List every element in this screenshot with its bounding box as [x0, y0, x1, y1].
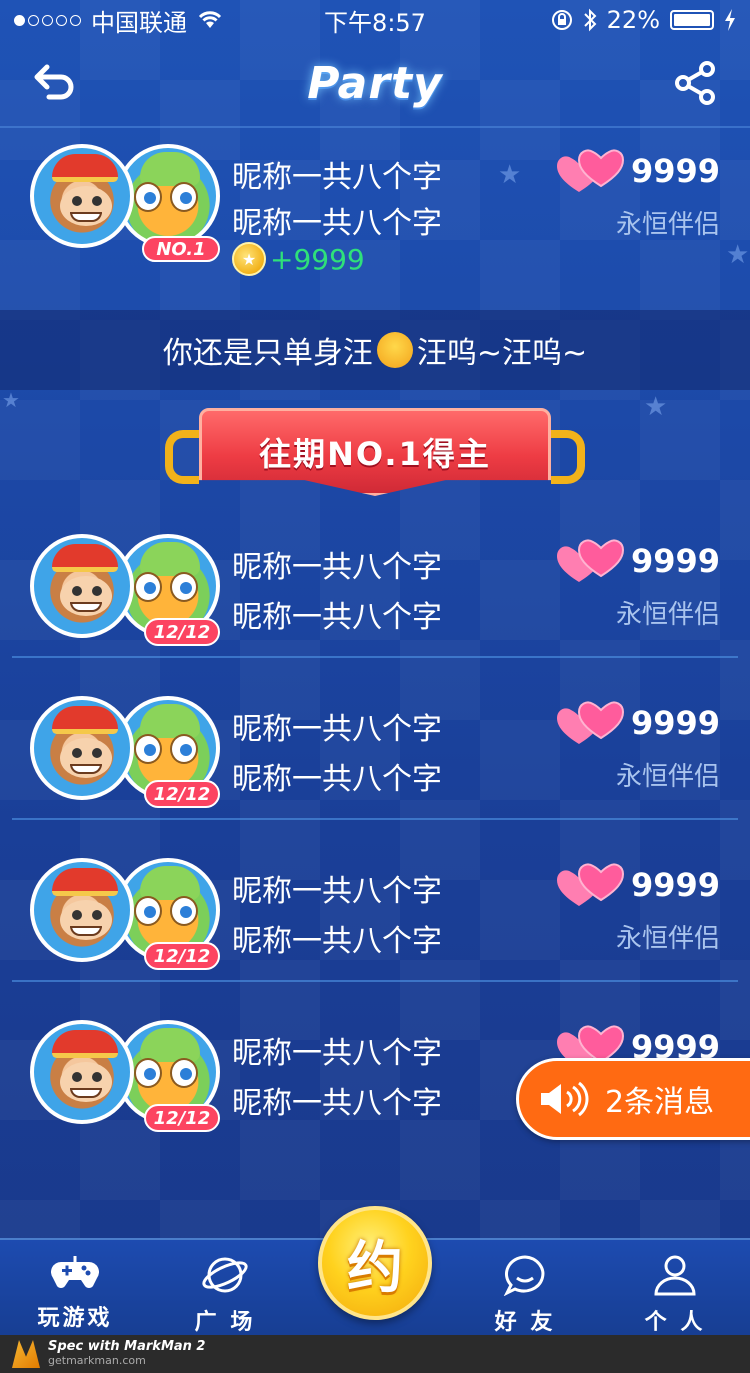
bluetooth-icon: [583, 8, 597, 32]
ribbon-title: 往期NO.1得主: [199, 408, 551, 496]
row-divider: [12, 980, 738, 982]
nickname-primary: 昵称一共八个字: [232, 1036, 442, 1071]
couple-avatars: NO.1: [30, 144, 230, 262]
star-icon: ★: [644, 392, 668, 422]
crying-face-icon: [376, 332, 413, 368]
score-value: 9999: [630, 542, 720, 580]
row-divider: [12, 656, 738, 658]
planet-icon: [202, 1257, 248, 1293]
avatar: [30, 144, 134, 248]
score-value: 9999: [630, 866, 720, 904]
share-icon: [674, 61, 715, 105]
markman-logo-icon: [12, 1340, 40, 1368]
tab-profile-label: 个 人: [644, 1310, 706, 1335]
tip-text-after: 汪呜~汪呜~: [416, 336, 588, 371]
relation-label: 永恒伴侣: [615, 600, 720, 630]
couple-avatars: 12/12: [30, 1020, 230, 1132]
love-score: 9999: [556, 536, 720, 586]
message-notification-button[interactable]: 2条消息: [516, 1058, 750, 1140]
avatar: [30, 696, 134, 800]
battery-percent: 22%: [606, 6, 660, 34]
tab-bar: 玩游戏 广 场 约 好 友 个 人: [0, 1206, 750, 1336]
match-count-badge: 12/12: [144, 780, 220, 808]
tab-date-button[interactable]: 约: [318, 1206, 432, 1320]
tab-games[interactable]: 玩游戏: [15, 1254, 135, 1332]
tab-profile[interactable]: 个 人: [615, 1254, 735, 1336]
coin-icon: ★: [232, 242, 266, 276]
list-item[interactable]: 12/12 昵称一共八个字 昵称一共八个字 9999 永恒伴侣: [0, 850, 750, 1010]
nickname-secondary: 昵称一共八个字: [232, 924, 442, 959]
gamepad-icon: [51, 1256, 99, 1288]
relation-label: 永恒伴侣: [615, 210, 720, 240]
person-icon: [654, 1255, 696, 1296]
nickname-primary: 昵称一共八个字: [232, 160, 442, 195]
rank-badge: NO.1: [142, 236, 220, 262]
past-winners-ribbon: 往期NO.1得主: [165, 408, 585, 504]
nickname-primary: 昵称一共八个字: [232, 550, 442, 585]
row-divider: [12, 818, 738, 820]
score-value: 9999: [630, 704, 720, 742]
tab-friends[interactable]: 好 友: [465, 1254, 585, 1336]
nickname-secondary: 昵称一共八个字: [232, 1086, 442, 1121]
ribbon-handle-left: [165, 430, 199, 484]
nickname-secondary: 昵称一共八个字: [232, 762, 442, 797]
hearts-icon: [556, 863, 624, 906]
avatar: [30, 858, 134, 962]
nickname-secondary: 昵称一共八个字: [232, 600, 442, 635]
signal-strength-icon: [14, 14, 81, 26]
coin-value: +9999: [270, 242, 365, 276]
avatar: [30, 1020, 134, 1124]
ribbon-handle-right: [551, 430, 585, 484]
list-item[interactable]: 12/12 昵称一共八个字 昵称一共八个字 9999 永恒伴侣: [0, 526, 750, 686]
relation-label: 永恒伴侣: [615, 762, 720, 792]
speaker-icon: [541, 1081, 589, 1117]
list-item[interactable]: 12/12 昵称一共八个字 昵称一共八个字 9999 永恒伴侣: [0, 688, 750, 848]
hearts-icon: [556, 149, 624, 192]
page-title: Party: [307, 57, 443, 109]
hearts-icon: [556, 539, 624, 582]
battery-icon: [670, 10, 714, 30]
star-icon: ★: [2, 388, 20, 412]
rotation-lock-icon: [551, 10, 572, 30]
nickname-primary: 昵称一共八个字: [232, 712, 442, 747]
match-count-badge: 12/12: [144, 1104, 220, 1132]
couple-avatars: 12/12: [30, 534, 230, 646]
watermark-brand: Spec with MarkMan 2: [48, 1339, 206, 1354]
tab-friends-label: 好 友: [494, 1310, 556, 1335]
match-count-badge: 12/12: [144, 942, 220, 970]
relation-label: 永恒伴侣: [615, 924, 720, 954]
love-score: 9999: [556, 698, 720, 748]
charging-icon: [725, 9, 735, 31]
hearts-icon: [556, 701, 624, 744]
watermark-site: getmarkman.com: [48, 1354, 146, 1367]
love-score: 9999: [556, 860, 720, 910]
markman-watermark: Spec with MarkMan 2 getmarkman.com: [0, 1335, 750, 1373]
tab-square-label: 广 场: [194, 1310, 256, 1335]
match-count-badge: 12/12: [144, 618, 220, 646]
nickname-secondary: 昵称一共八个字: [232, 206, 442, 241]
tip-text-before: 你还是只单身汪: [162, 336, 373, 371]
nickname-primary: 昵称一共八个字: [232, 874, 442, 909]
status-bar: 中国联通 下午8:57 22%: [0, 0, 750, 40]
share-button[interactable]: [670, 58, 720, 108]
message-count-label: 2条消息: [605, 1085, 715, 1120]
top-winner-card[interactable]: NO.1 昵称一共八个字 昵称一共八个字 ★ +9999 9999 永恒伴侣: [0, 130, 750, 310]
chat-bubble-icon: [503, 1255, 545, 1297]
couple-avatars: 12/12: [30, 696, 230, 808]
couple-avatars: 12/12: [30, 858, 230, 970]
score-value: 9999: [630, 152, 720, 190]
back-button[interactable]: [30, 58, 80, 108]
nav-bar: Party: [0, 40, 750, 128]
carrier-name: 中国联通: [91, 8, 187, 37]
avatar: [30, 534, 134, 638]
wifi-icon: [198, 11, 222, 28]
clock: 下午8:57: [324, 8, 426, 37]
tab-games-label: 玩游戏: [37, 1306, 113, 1331]
tip-banner: 你还是只单身汪 汪呜~汪呜~: [0, 310, 750, 390]
tab-square[interactable]: 广 场: [165, 1254, 285, 1336]
love-score: 9999: [556, 146, 720, 196]
coin-reward: ★ +9999: [232, 242, 365, 276]
back-arrow-icon: [34, 64, 74, 100]
